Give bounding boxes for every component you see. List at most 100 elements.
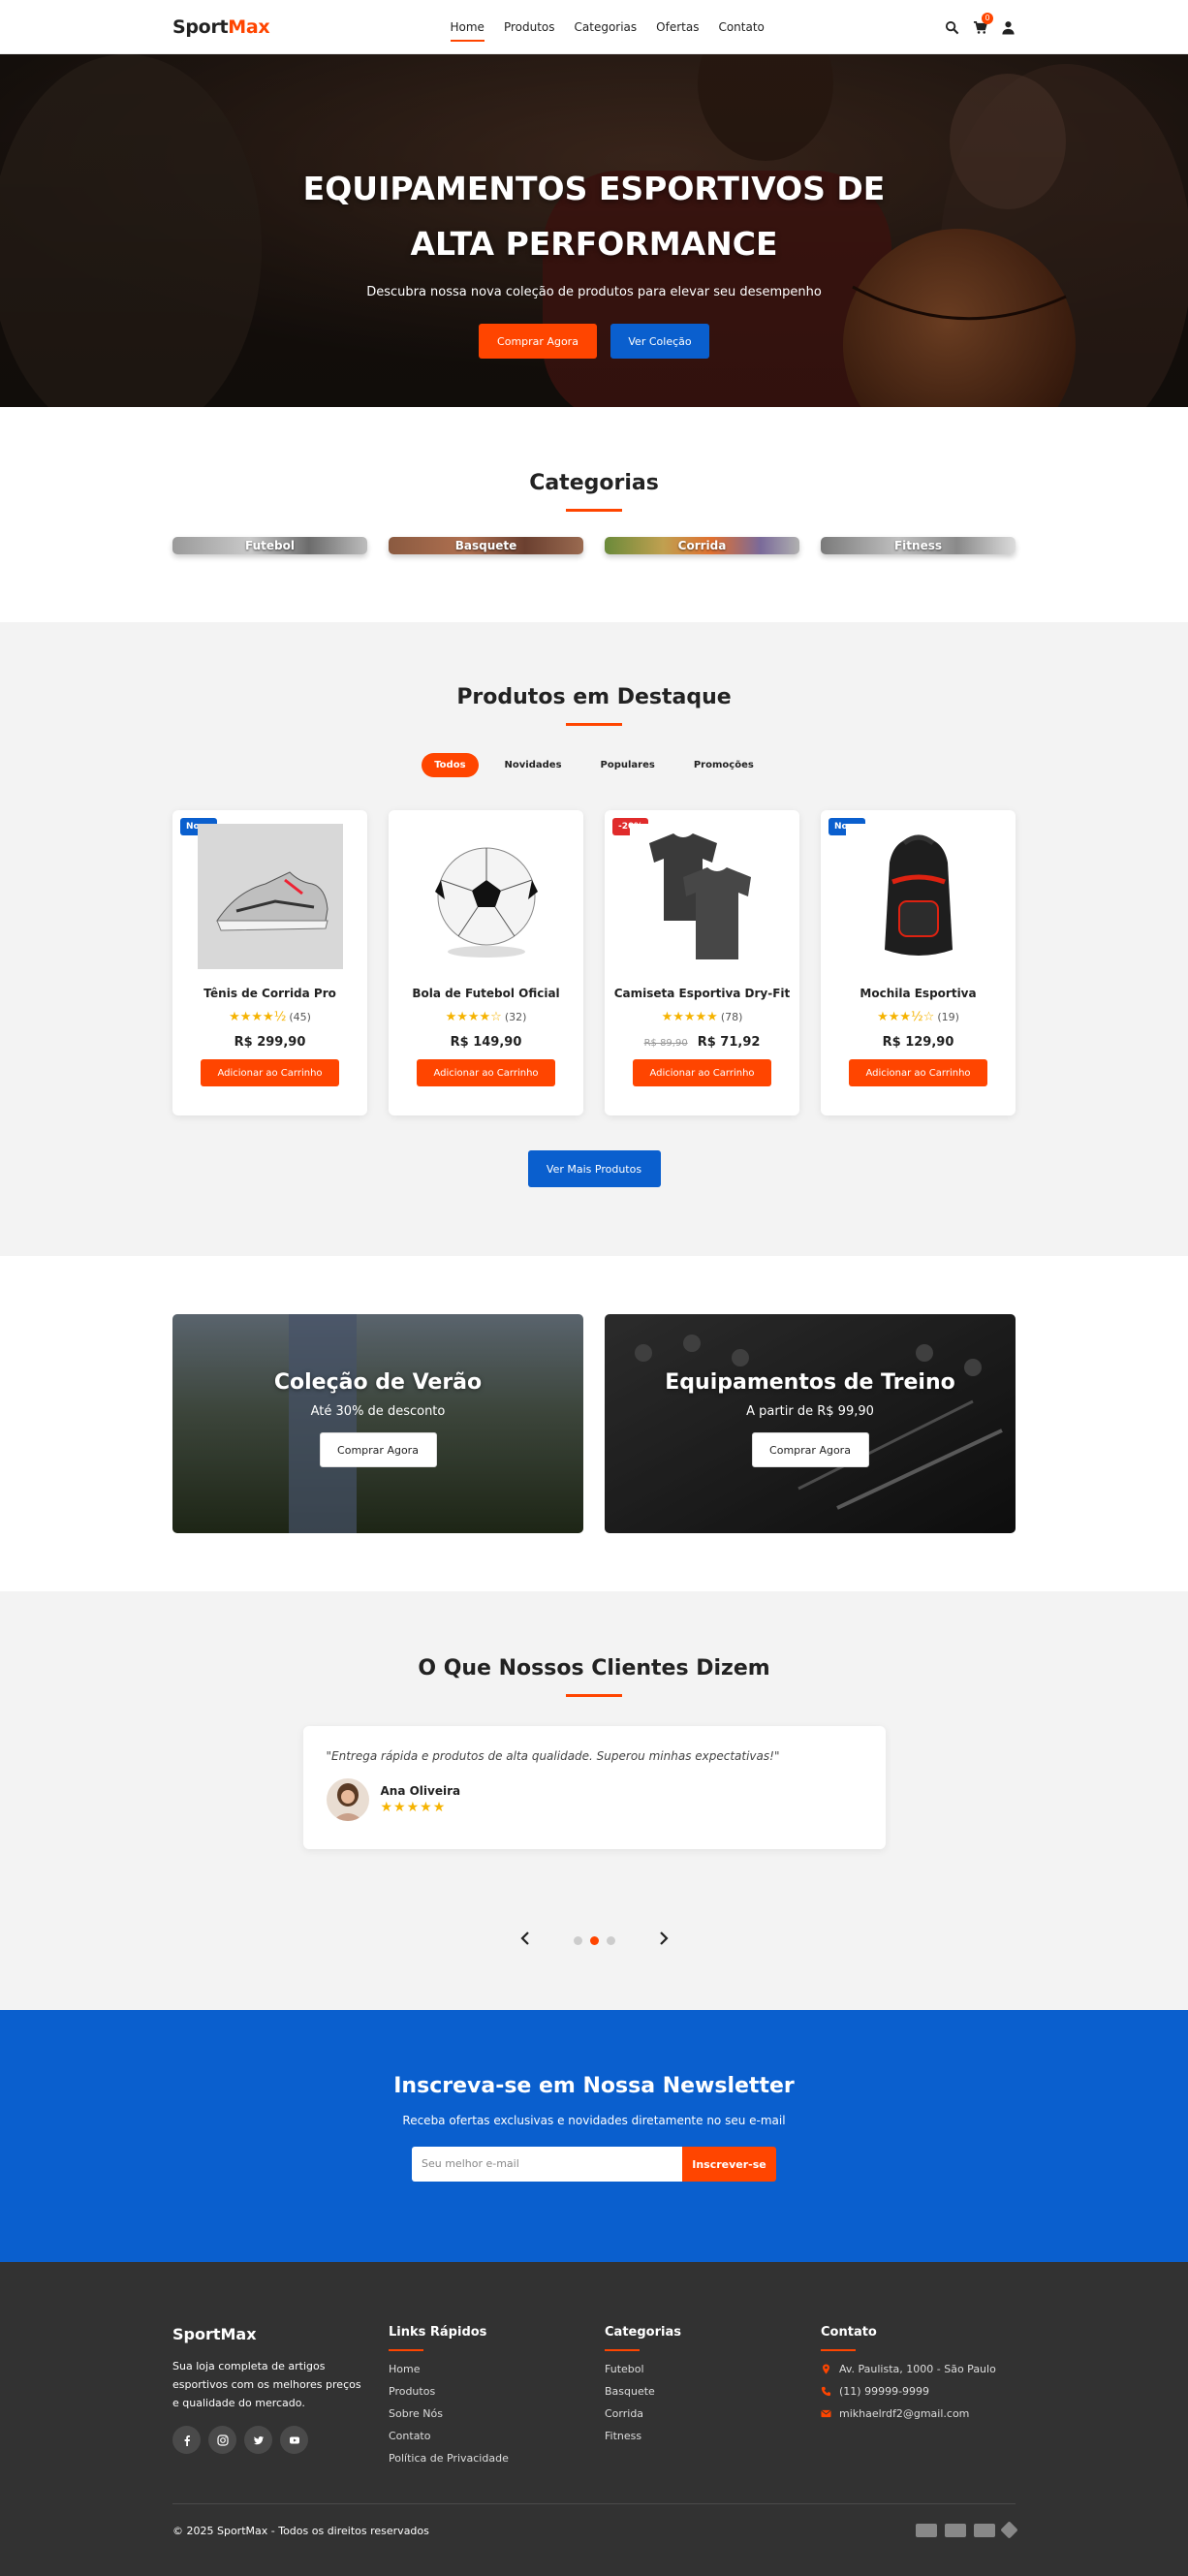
- product-rating: ★★★★½ (45): [172, 1010, 367, 1024]
- product-card[interactable]: -20% Camiseta Esportiva Dry-Fit ★★★★★(78…: [605, 810, 799, 1115]
- filter-novidades[interactable]: Novidades: [492, 753, 575, 777]
- footer-email: mikhaelrdf2@gmail.com: [839, 2407, 970, 2420]
- pix-icon: [1000, 2521, 1018, 2539]
- price-value: R$ 299,90: [234, 1035, 306, 1050]
- product-price: R$ 129,90: [821, 1035, 1016, 1050]
- phone-icon: [821, 2386, 831, 2397]
- hero-title-line1: EQUIPAMENTOS ESPORTIVOS DE: [302, 170, 886, 207]
- carousel-dot[interactable]: [606, 1935, 615, 1945]
- credit-card-icon: [974, 2524, 995, 2537]
- categories-title: Categorias: [529, 471, 659, 495]
- category-corrida[interactable]: Corrida: [605, 537, 799, 554]
- category-futebol[interactable]: Futebol: [172, 537, 367, 554]
- footer-link-privacidade[interactable]: Política de Privacidade: [389, 2452, 583, 2465]
- footer-link-contato[interactable]: Contato: [389, 2430, 583, 2442]
- footer-categories: Categorias Futebol Basquete Corrida Fitn…: [605, 2325, 799, 2465]
- promo-summer-collection[interactable]: Coleção de Verão Até 30% de desconto Com…: [172, 1314, 583, 1533]
- site-header: SportMax Home Produtos Categorias Oferta…: [0, 0, 1188, 54]
- product-image-soccer-ball: [413, 824, 559, 969]
- facebook-icon[interactable]: [172, 2426, 201, 2454]
- promo-summer-image: [172, 1314, 583, 1533]
- testimonial-author: Ana Oliveira: [380, 1784, 461, 1798]
- footer-link-sobre[interactable]: Sobre Nós: [389, 2407, 583, 2420]
- nav-produtos[interactable]: Produtos: [504, 16, 555, 38]
- rating-count: (78): [720, 1011, 743, 1023]
- search-icon[interactable]: [945, 20, 959, 35]
- add-to-cart-button[interactable]: Adicionar ao Carrinho: [633, 1059, 771, 1086]
- newsletter-email-input[interactable]: Seu melhor e-mail: [412, 2147, 682, 2182]
- promo-buy-button[interactable]: Comprar Agora: [751, 1432, 869, 1467]
- product-rating: ★★★★☆ (32): [389, 1010, 583, 1024]
- product-image-backpack: [845, 824, 991, 969]
- rating-count: (32): [504, 1011, 527, 1023]
- filter-promocoes[interactable]: Promoções: [681, 753, 766, 777]
- nav-contato[interactable]: Contato: [718, 16, 764, 38]
- see-more-products-button[interactable]: Ver Mais Produtos: [527, 1150, 661, 1187]
- hero-subtitle: Descubra nossa nova coleção de produtos …: [366, 285, 822, 299]
- category-basquete[interactable]: Basquete: [389, 537, 583, 554]
- nav-home[interactable]: Home: [450, 16, 485, 42]
- chevron-left-icon[interactable]: [519, 1931, 531, 1950]
- youtube-icon[interactable]: [280, 2426, 308, 2454]
- subscribe-button[interactable]: Inscrever-se: [682, 2147, 776, 2182]
- promo-subtitle: Até 30% de desconto: [310, 1404, 446, 1419]
- avatar: [326, 1778, 369, 1821]
- footer-links-title: Links Rápidos: [389, 2325, 487, 2340]
- email-icon: [821, 2409, 831, 2418]
- instagram-icon[interactable]: [208, 2426, 236, 2454]
- main-nav: Home Produtos Categorias Ofertas Contato: [450, 16, 765, 42]
- cart-button[interactable]: 0: [973, 12, 993, 35]
- promo-training-image: [605, 1314, 1016, 1533]
- logo[interactable]: SportMax: [172, 16, 270, 38]
- hero-buy-button[interactable]: Comprar Agora: [479, 324, 597, 359]
- location-icon: [823, 2364, 829, 2374]
- promo-training-equipment[interactable]: Equipamentos de Treino A partir de R$ 99…: [605, 1314, 1016, 1533]
- footer-link-produtos[interactable]: Produtos: [389, 2385, 583, 2398]
- category-fitness[interactable]: Fitness: [821, 537, 1016, 554]
- product-name: Bola de Futebol Oficial: [412, 987, 560, 1000]
- add-to-cart-button[interactable]: Adicionar ao Carrinho: [417, 1059, 555, 1086]
- filter-populares[interactable]: Populares: [588, 753, 668, 777]
- carousel-dot[interactable]: [573, 1935, 582, 1945]
- price-value: R$ 129,90: [882, 1035, 954, 1050]
- newsletter-form: Seu melhor e-mail Inscrever-se: [0, 2147, 1188, 2182]
- newsletter-section: Inscreva-se em Nossa Newsletter Receba o…: [0, 2010, 1188, 2262]
- old-price: R$ 89,90: [643, 1038, 688, 1049]
- header-icons: 0: [945, 12, 1016, 35]
- nav-ofertas[interactable]: Ofertas: [656, 16, 699, 38]
- twitter-icon[interactable]: [244, 2426, 272, 2454]
- product-card[interactable]: Novo Tênis de Corrida Pro ★★★★½(45) R$ 2…: [172, 810, 367, 1115]
- visa-icon: [916, 2524, 937, 2537]
- hero-collection-button[interactable]: Ver Coleção: [610, 324, 709, 359]
- chevron-right-icon[interactable]: [658, 1931, 670, 1950]
- promo-buy-button[interactable]: Comprar Agora: [319, 1432, 437, 1467]
- product-name: Camiseta Esportiva Dry-Fit: [613, 987, 791, 1000]
- add-to-cart-button[interactable]: Adicionar ao Carrinho: [201, 1059, 339, 1086]
- footer-description: Sua loja completa de artigos esportivos …: [172, 2360, 361, 2409]
- promo-title: Equipamentos de Treino: [665, 1370, 955, 1395]
- product-card[interactable]: Bola de Futebol Oficial ★★★★☆ (32) R$ 149…: [389, 810, 583, 1115]
- testimonials-section: O Que Nossos Clientes Dizem "Entrega ráp…: [0, 1591, 1188, 2010]
- footer-link-home[interactable]: Home: [389, 2363, 583, 2375]
- add-to-cart-button[interactable]: Adicionar ao Carrinho: [849, 1059, 987, 1086]
- price-value: R$ 149,90: [450, 1035, 522, 1050]
- footer-cat-basquete[interactable]: Basquete: [605, 2385, 799, 2398]
- newsletter-subtitle: Receba ofertas exclusivas e novidades di…: [402, 2114, 786, 2127]
- user-icon[interactable]: [1001, 20, 1016, 35]
- footer-contact-title: Contato: [821, 2325, 877, 2340]
- social-links: [172, 2426, 367, 2454]
- category-label: Basquete: [454, 539, 517, 552]
- nav-categorias[interactable]: Categorias: [575, 16, 638, 38]
- title-underline: [566, 1694, 622, 1697]
- footer-cats-title: Categorias: [605, 2325, 681, 2340]
- title-underline: [566, 723, 622, 726]
- footer-cat-corrida[interactable]: Corrida: [605, 2407, 799, 2420]
- filter-todos[interactable]: Todos: [422, 753, 479, 777]
- carousel-dot-active[interactable]: [589, 1935, 599, 1945]
- promo-banners-section: Coleção de Verão Até 30% de desconto Com…: [0, 1256, 1188, 1591]
- footer-cat-futebol[interactable]: Futebol: [605, 2363, 799, 2375]
- footer-contact: Contato Av. Paulista, 1000 - São Paulo (…: [821, 2325, 1016, 2465]
- product-card[interactable]: Novo Mochila Esportiva ★★★½☆(19) R$ 129,…: [821, 810, 1016, 1115]
- star-rating-icon: ★★★★½: [229, 1010, 287, 1024]
- footer-cat-fitness[interactable]: Fitness: [605, 2430, 799, 2442]
